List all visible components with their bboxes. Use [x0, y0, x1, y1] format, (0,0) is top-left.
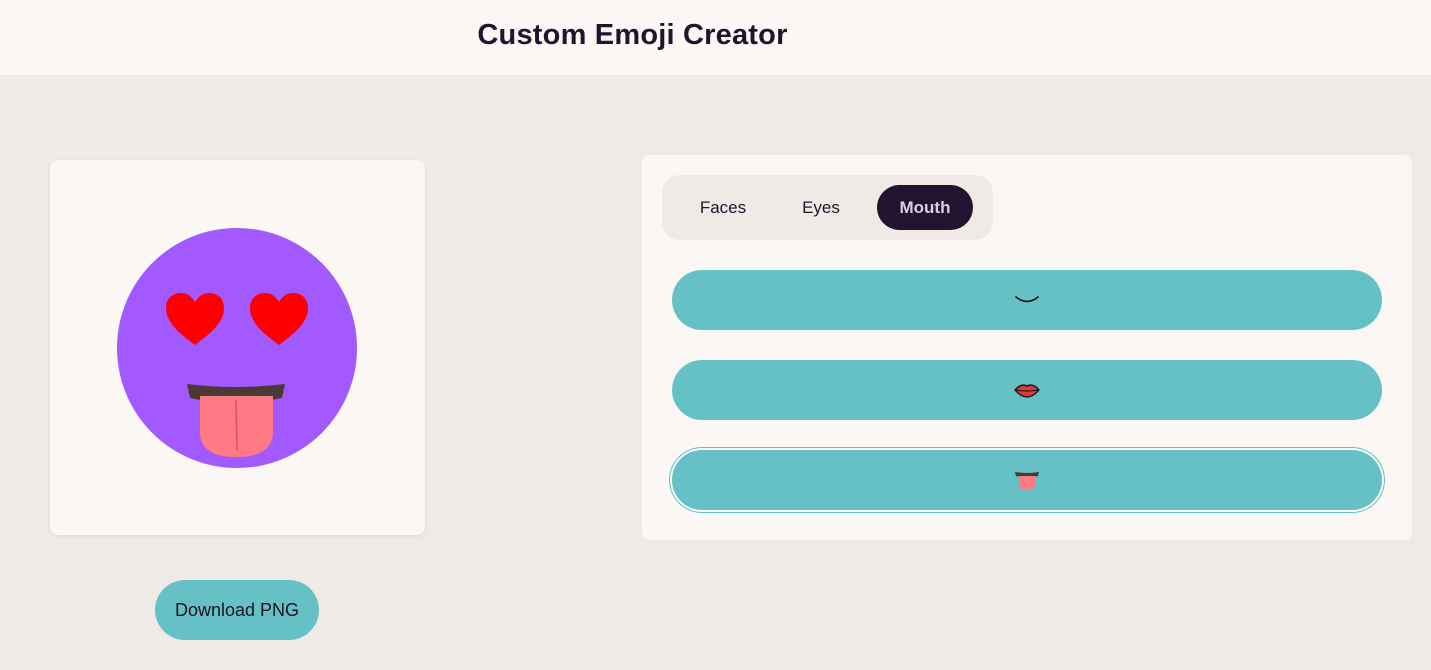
- download-png-button[interactable]: Download PNG: [155, 580, 319, 640]
- mouth-option-tongue[interactable]: [672, 450, 1382, 510]
- tab-faces[interactable]: Faces: [677, 185, 769, 230]
- tab-mouth-label: Mouth: [899, 197, 951, 217]
- category-tabs: Faces Eyes Mouth: [662, 175, 993, 240]
- lips-mouth-icon: [1014, 384, 1040, 398]
- app-header: Custom Emoji Creator: [0, 0, 1431, 75]
- download-button-label: Download PNG: [174, 599, 300, 620]
- customization-panel: Faces Eyes Mouth: [642, 155, 1412, 540]
- tongue-mouth-icon: [1015, 472, 1039, 490]
- tab-eyes-label: Eyes: [802, 197, 840, 217]
- emoji-preview-card: [50, 160, 425, 535]
- emoji-preview: [117, 228, 357, 468]
- page-title: Custom Emoji Creator: [477, 19, 788, 51]
- smile-mouth-icon: [1015, 296, 1039, 303]
- tab-eyes[interactable]: Eyes: [775, 185, 867, 230]
- tab-mouth[interactable]: Mouth: [877, 185, 973, 230]
- tab-faces-label: Faces: [699, 197, 747, 217]
- tongue-center-line: [235, 399, 238, 451]
- mouth-option-smile[interactable]: [672, 270, 1382, 330]
- mouth-option-lips[interactable]: [672, 360, 1382, 420]
